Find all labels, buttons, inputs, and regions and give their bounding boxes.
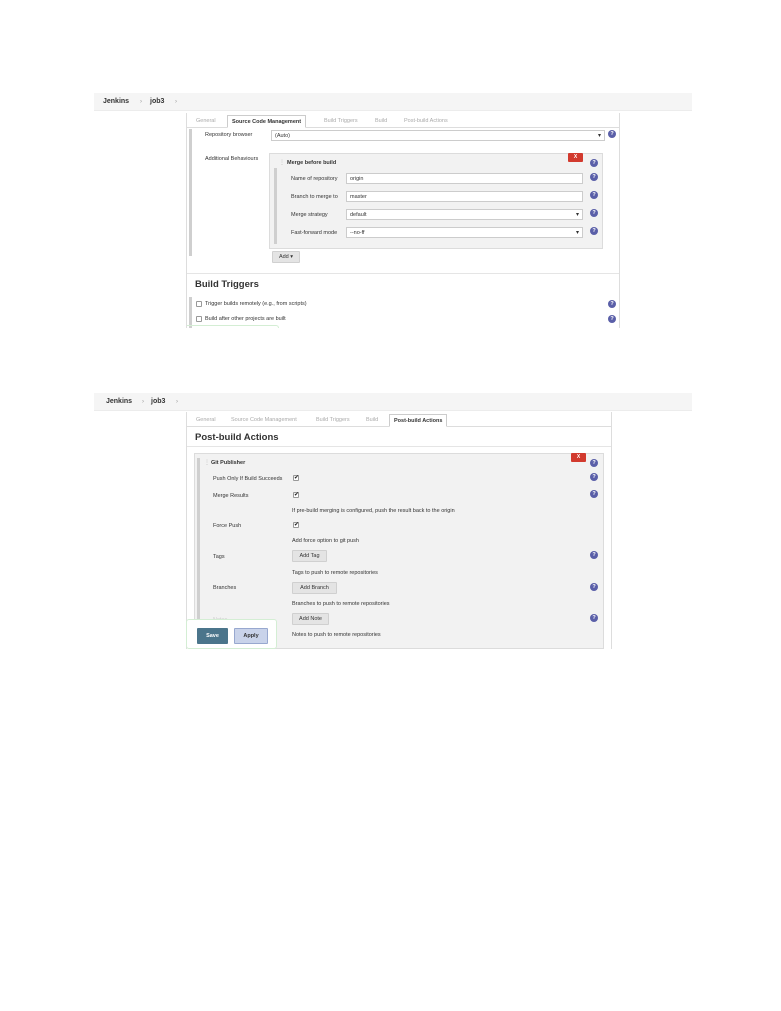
help-icon[interactable]: ? [590, 159, 598, 167]
merge-results-label: Merge Results [213, 493, 249, 499]
branches-description: Branches to push to remote repositories [292, 601, 390, 607]
breadcrumb: Jenkins › job3 › [94, 93, 692, 111]
divider [187, 446, 611, 447]
config-panel: General Source Code Management Build Tri… [186, 113, 620, 328]
tab-source-code-management[interactable]: Source Code Management [227, 414, 301, 427]
add-note-button[interactable]: Add Note [292, 613, 329, 625]
block-bar [197, 458, 200, 644]
chevron-down-icon: ▾ [290, 254, 294, 260]
tab-source-code-management[interactable]: Source Code Management [227, 115, 307, 128]
breadcrumb-separator: › [142, 399, 144, 405]
branch-merge-label: Branch to merge to [291, 194, 338, 200]
repo-browser-label: Repository browser [205, 132, 253, 138]
repo-browser-select[interactable]: (Auto) [271, 130, 605, 141]
config-tabs: General Source Code Management Build Tri… [187, 113, 619, 128]
help-icon[interactable]: ? [608, 130, 616, 138]
config-tabs: General Source Code Management Build Tri… [187, 412, 611, 427]
merge-results-checkbox[interactable] [293, 491, 299, 498]
tab-general[interactable]: General [192, 115, 220, 128]
tab-build[interactable]: Build [371, 115, 391, 128]
add-tag-button[interactable]: Add Tag [292, 550, 327, 562]
add-behaviour-button[interactable]: Add ▾ [272, 251, 300, 263]
breadcrumb: Jenkins › job3 › [94, 393, 692, 411]
merge-results-description: If pre-build merging is configured, push… [292, 508, 455, 514]
help-icon[interactable]: ? [590, 191, 598, 199]
push-only-checkbox[interactable] [293, 474, 299, 481]
help-icon[interactable]: ? [608, 300, 616, 308]
help-icon[interactable]: ? [590, 173, 598, 181]
help-icon[interactable]: ? [590, 490, 598, 498]
breadcrumb-job[interactable]: job3 [151, 398, 165, 405]
section-bar [189, 297, 192, 328]
breadcrumb-separator: › [176, 399, 178, 405]
section-bar [189, 129, 192, 256]
help-icon[interactable]: ? [590, 583, 598, 591]
save-bar: Save Apply [186, 619, 277, 649]
help-icon[interactable]: ? [608, 315, 616, 323]
help-icon[interactable]: ? [590, 551, 598, 559]
drag-handle-icon[interactable]: ⋮ [204, 459, 210, 466]
config-panel: General Source Code Management Build Tri… [186, 412, 612, 649]
post-build-actions-heading: Post-build Actions [195, 432, 279, 443]
apply-button[interactable]: Apply [234, 628, 268, 644]
additional-behaviours-label: Additional Behaviours [205, 156, 259, 162]
tab-general[interactable]: General [192, 414, 220, 427]
delete-behaviour-button[interactable]: X [568, 153, 583, 162]
tab-build-triggers[interactable]: Build Triggers [312, 414, 354, 427]
tab-post-build-actions[interactable]: Post-build Actions [389, 414, 448, 427]
repo-name-input[interactable]: origin [346, 173, 583, 184]
breadcrumb-job[interactable]: job3 [150, 98, 164, 105]
tab-post-build-actions[interactable]: Post-build Actions [400, 115, 452, 128]
breadcrumb-jenkins[interactable]: Jenkins [106, 398, 132, 405]
delete-publisher-button[interactable]: X [571, 453, 586, 462]
notes-description: Notes to push to remote repositories [292, 632, 381, 638]
build-triggers-heading: Build Triggers [195, 279, 259, 290]
help-icon[interactable]: ? [590, 209, 598, 217]
fast-forward-select[interactable]: --no-ff [346, 227, 583, 238]
merge-before-build-block: ⋮ Merge before build X ? Name of reposit… [269, 153, 603, 249]
branches-label: Branches [213, 585, 237, 591]
help-icon[interactable]: ? [590, 459, 598, 467]
savebar-edge [187, 325, 279, 328]
fast-forward-label: Fast-forward mode [291, 230, 338, 236]
push-only-label: Push Only If Build Succeeds [213, 476, 283, 482]
repo-name-label: Name of repository [291, 176, 338, 182]
save-button[interactable]: Save [197, 628, 228, 644]
tags-description: Tags to push to remote repositories [292, 570, 378, 576]
trigger-remote-checkbox[interactable] [196, 301, 202, 307]
help-icon[interactable]: ? [590, 227, 598, 235]
merge-before-build-title: Merge before build [287, 160, 337, 166]
tab-build-triggers[interactable]: Build Triggers [320, 115, 362, 128]
force-push-checkbox[interactable] [293, 521, 299, 528]
help-icon[interactable]: ? [590, 473, 598, 481]
git-publisher-title: Git Publisher [211, 460, 246, 466]
force-push-label: Force Push [213, 523, 242, 529]
trigger-remote-label: Trigger builds remotely (e.g., from scri… [205, 301, 307, 307]
branch-merge-input[interactable]: master [346, 191, 583, 202]
force-push-description: Add force option to git push [292, 538, 359, 544]
breadcrumb-separator: › [175, 99, 177, 105]
build-after-checkbox[interactable] [196, 316, 202, 322]
block-bar [274, 168, 277, 244]
help-icon[interactable]: ? [590, 614, 598, 622]
breadcrumb-jenkins[interactable]: Jenkins [103, 98, 129, 105]
breadcrumb-separator: › [140, 99, 142, 105]
build-after-label: Build after other projects are built [205, 316, 286, 322]
merge-strategy-select[interactable]: default [346, 209, 583, 220]
drag-handle-icon[interactable]: ⋮ [279, 159, 285, 166]
divider [187, 273, 619, 274]
tags-label: Tags [213, 554, 225, 560]
tab-build[interactable]: Build [362, 414, 382, 427]
add-branch-button[interactable]: Add Branch [292, 582, 337, 594]
merge-strategy-label: Merge strategy [291, 212, 328, 218]
